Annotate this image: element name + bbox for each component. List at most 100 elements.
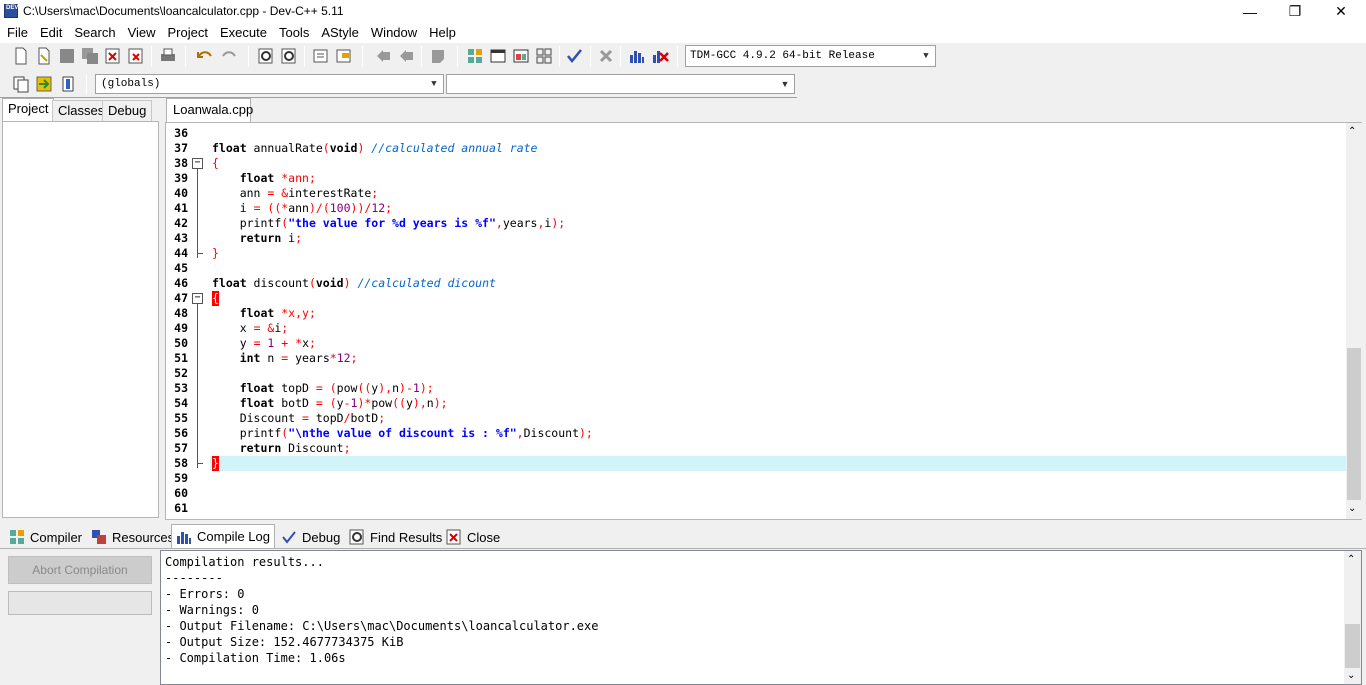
editor-tab-file[interactable]: Loanwala.cpp — [166, 98, 253, 122]
fold-minus-icon[interactable]: − — [192, 158, 203, 169]
line-number: 40 — [174, 186, 188, 200]
code-token: x — [302, 336, 309, 350]
goto-definition-icon[interactable] — [59, 75, 77, 93]
compile-icon[interactable] — [466, 47, 484, 65]
indent-icon[interactable] — [374, 47, 392, 65]
line-number: 46 — [174, 276, 188, 290]
code-token: y — [405, 396, 413, 410]
toolbar-separator — [421, 46, 422, 67]
tab-compile-log[interactable]: Compile Log — [171, 524, 275, 548]
code-token: ; — [385, 201, 393, 215]
code-token: printf — [239, 216, 282, 230]
toolbar-separator — [151, 46, 152, 67]
open-file-icon[interactable] — [35, 47, 53, 65]
save-all-icon[interactable] — [81, 47, 99, 65]
code-token: float — [239, 381, 275, 395]
code-number: 100 — [329, 201, 351, 215]
code-token: = — [274, 351, 296, 365]
close-window-button[interactable]: ✕ — [1318, 0, 1364, 23]
code-token: float — [239, 306, 275, 320]
unindent-icon[interactable] — [397, 47, 415, 65]
goto-line-icon[interactable] — [312, 47, 330, 65]
function-select[interactable]: ▼ — [446, 74, 795, 94]
code-token: { — [212, 156, 219, 170]
scroll-down-icon[interactable]: ⌄ — [1348, 503, 1356, 514]
menu-astyle[interactable]: AStyle — [315, 23, 365, 43]
tab-debug-panel[interactable]: Debug — [102, 100, 153, 122]
compiler-grid-icon — [10, 530, 24, 544]
log-line: -------- — [165, 571, 223, 585]
close-all-icon[interactable] — [127, 47, 145, 65]
new-file-icon[interactable] — [12, 47, 30, 65]
log-scrollbar-thumb[interactable] — [1345, 624, 1360, 668]
toggle-bookmark-icon[interactable] — [335, 47, 353, 65]
menu-view[interactable]: View — [122, 23, 162, 43]
code-token: = ( — [308, 396, 337, 410]
fold-minus-icon[interactable]: − — [192, 293, 203, 304]
line-number: 43 — [174, 231, 188, 245]
toggle-comment-icon[interactable] — [429, 47, 447, 65]
find-icon[interactable] — [257, 47, 275, 65]
syntax-check-icon[interactable] — [565, 47, 583, 65]
code-token: pow — [336, 381, 358, 395]
menu-project[interactable]: Project — [162, 23, 214, 43]
close-file-icon[interactable] — [104, 47, 122, 65]
replace-icon[interactable] — [280, 47, 298, 65]
scroll-down-icon[interactable]: ⌄ — [1347, 670, 1355, 681]
code-line: 57 return Discount; — [166, 441, 1346, 456]
code-line: 50 y = 1 + *x; — [166, 336, 1346, 351]
tab-compiler[interactable]: Compiler — [4, 526, 87, 548]
restore-button[interactable]: ❐ — [1272, 0, 1318, 23]
scope-select[interactable]: (globals) ▼ — [95, 74, 444, 94]
resources-icon — [92, 530, 106, 544]
menu-window[interactable]: Window — [365, 23, 423, 43]
menu-tools[interactable]: Tools — [273, 23, 315, 43]
rebuild-all-icon[interactable] — [535, 47, 553, 65]
save-icon[interactable] — [58, 47, 76, 65]
minimize-button[interactable]: — — [1227, 0, 1273, 23]
redo-icon[interactable] — [220, 47, 238, 65]
toolbar-separator — [620, 46, 621, 67]
compile-log[interactable]: Compilation results... -------- - Errors… — [160, 550, 1362, 685]
log-line: - Output Size: 152.4677734375 KiB — [165, 635, 404, 649]
run-icon[interactable] — [489, 47, 507, 65]
tab-close[interactable]: Close — [441, 526, 505, 548]
line-number: 60 — [174, 486, 188, 500]
menu-file[interactable]: File — [0, 23, 34, 43]
menu-execute[interactable]: Execute — [214, 23, 273, 43]
code-editor[interactable]: 36 37 float annualRate(void) //calculated… — [165, 122, 1362, 520]
code-line: 38−{ — [166, 156, 1346, 171]
goto-declaration-icon[interactable] — [35, 75, 53, 93]
tab-find-results[interactable]: Find Results — [344, 526, 447, 548]
line-number: 48 — [174, 306, 188, 320]
menu-edit[interactable]: Edit — [34, 23, 68, 43]
compiler-select[interactable]: TDM-GCC 4.9.2 64-bit Release ▼ — [685, 45, 936, 67]
code-token: topD — [315, 411, 344, 425]
code-line: 48 float *x,y; — [166, 306, 1346, 321]
print-icon[interactable] — [159, 47, 177, 65]
tab-project[interactable]: Project — [2, 98, 55, 122]
profile-icon[interactable] — [628, 47, 646, 65]
stop-execution-icon[interactable] — [597, 47, 615, 65]
delete-profile-icon[interactable] — [651, 47, 669, 65]
scroll-up-icon[interactable]: ⌃ — [1347, 554, 1355, 565]
toolbar-separator — [304, 46, 305, 67]
undo-icon[interactable] — [196, 47, 214, 65]
chevron-down-icon: ▼ — [431, 79, 437, 89]
menu-help[interactable]: Help — [423, 23, 462, 43]
matched-brace: { — [212, 291, 219, 306]
editor-scrollbar-thumb[interactable] — [1347, 348, 1361, 500]
scroll-up-icon[interactable]: ⌃ — [1348, 126, 1356, 137]
code-line: 40 ann = &interestRate; — [166, 186, 1346, 201]
code-token: , — [495, 216, 503, 230]
code-token: *x,y; — [274, 306, 316, 320]
tab-debug[interactable]: Debug — [276, 526, 345, 548]
compile-run-icon[interactable] — [512, 47, 530, 65]
toolbar-separator — [362, 46, 363, 67]
close-icon — [446, 529, 461, 545]
menu-search[interactable]: Search — [68, 23, 121, 43]
insert-icon[interactable] — [12, 75, 30, 93]
project-tree[interactable] — [2, 121, 159, 518]
abort-compilation-button[interactable]: Abort Compilation — [8, 556, 152, 584]
tab-resources[interactable]: Resources — [86, 526, 179, 548]
